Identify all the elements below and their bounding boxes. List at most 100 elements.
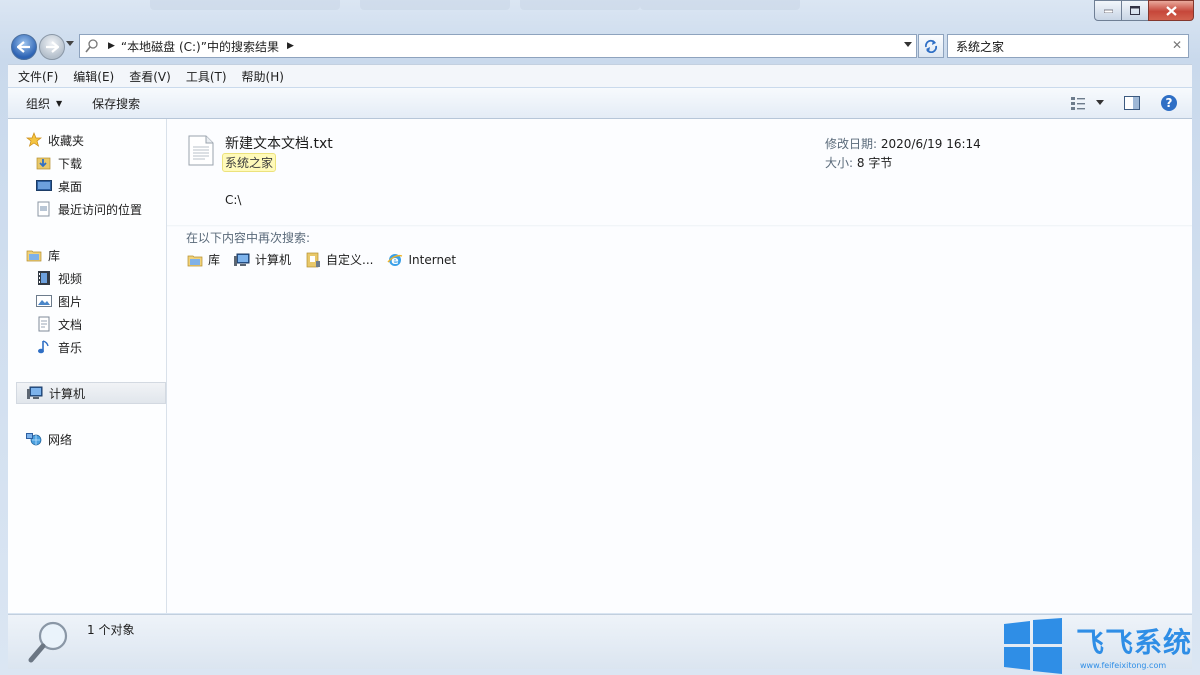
file-size: 大小: 8 字节 (825, 154, 892, 171)
menu-view[interactable]: 查看(V) (129, 68, 171, 85)
sidebar-item-computer[interactable]: 计算机 (16, 382, 166, 404)
minimize-button[interactable] (1094, 0, 1122, 21)
sidebar-item-label: 图片 (58, 294, 83, 309)
menu-tools[interactable]: 工具(T) (186, 68, 227, 85)
custom-folder-icon (305, 252, 321, 268)
network-icon (26, 431, 42, 447)
forward-button[interactable] (39, 34, 65, 60)
menu-help[interactable]: 帮助(H) (242, 68, 284, 85)
save-search-label: 保存搜索 (92, 96, 141, 111)
item-count: 1 个对象 (87, 623, 135, 637)
sidebar-item-label: 网络 (48, 432, 73, 447)
sidebar-item-libraries[interactable]: 库 (26, 245, 60, 265)
close-button[interactable] (1148, 0, 1194, 21)
sidebar-item-label: 文档 (58, 317, 83, 332)
location-label: 计算机 (255, 253, 292, 267)
sidebar-item-network[interactable]: 网络 (26, 429, 72, 449)
watermark-url: www.feifeixitong.com (1080, 661, 1167, 670)
sidebar-item-pictures[interactable]: 图片 (36, 291, 82, 311)
background-window (520, 0, 640, 10)
internet-explorer-icon: e (387, 252, 403, 268)
modified-value: 2020/6/19 16:14 (880, 137, 981, 151)
minimize-icon (1103, 9, 1113, 13)
background-window (150, 0, 340, 10)
address-dropdown-icon[interactable] (904, 42, 912, 48)
text-file-icon (188, 135, 214, 166)
organize-button[interactable]: 组织 ▼ (26, 95, 62, 112)
navigation-pane: 收藏夹 下载 桌面 最近访问的位置 库 视频 图片 文档 音乐 计算机 网络 (8, 119, 167, 613)
view-dropdown-icon[interactable] (1096, 100, 1104, 106)
sidebar-item-favorites[interactable]: 收藏夹 (26, 130, 84, 150)
search-box[interactable]: ✕ (947, 34, 1189, 58)
size-label: 大小: (825, 156, 854, 170)
watermark-logo: 飞飞系统 www.feifeixitong.com (1000, 615, 1196, 674)
recent-places-icon (36, 201, 52, 217)
computer-icon (234, 252, 250, 268)
sidebar-item-label: 音乐 (58, 340, 83, 355)
file-location: C:\ (225, 193, 242, 207)
background-window (640, 0, 800, 10)
search-again-label: 在以下内容中再次搜索: (186, 231, 311, 245)
video-icon (36, 270, 52, 286)
refresh-icon (924, 39, 938, 53)
view-controls: ? (1070, 88, 1192, 118)
sidebar-item-label: 库 (48, 248, 61, 263)
address-bar[interactable]: ▶ “本地磁盘 (C:)”中的搜索结果 ▶ (79, 34, 917, 58)
arrow-left-icon (17, 41, 30, 53)
sidebar-item-videos[interactable]: 视频 (36, 268, 82, 288)
location-label: 库 (208, 253, 221, 267)
menu-bar: 文件(F) 编辑(E) 查看(V) 工具(T) 帮助(H) (8, 64, 1192, 87)
sidebar-item-label: 下载 (58, 156, 83, 171)
search-again-internet[interactable]: e Internet (387, 252, 456, 268)
location-label: Internet (408, 252, 457, 267)
back-button[interactable] (11, 34, 37, 60)
view-options-icon[interactable] (1070, 95, 1086, 111)
location-label: 自定义... (326, 253, 374, 267)
breadcrumb-current[interactable]: “本地磁盘 (C:)”中的搜索结果 (121, 38, 279, 55)
sidebar-item-label: 收藏夹 (48, 133, 85, 148)
help-icon[interactable]: ? (1160, 94, 1178, 112)
breadcrumb-separator-icon[interactable]: ▶ (108, 41, 115, 51)
sidebar-item-label: 桌面 (58, 179, 83, 194)
menu-edit[interactable]: 编辑(E) (73, 68, 114, 85)
sidebar-item-music[interactable]: 音乐 (36, 337, 82, 357)
search-results-pane: 新建文本文档.txt 系统之家 C:\ 修改日期: 2020/6/19 16:1… (167, 119, 1192, 613)
sidebar-item-desktop[interactable]: 桌面 (36, 176, 82, 196)
search-again-custom[interactable]: 自定义... (305, 251, 373, 268)
search-again-locations: 库 计算机 自定义... e Internet (187, 251, 470, 268)
arrow-right-icon (46, 41, 59, 53)
modified-date: 修改日期: 2020/6/19 16:14 (825, 135, 981, 152)
clear-search-icon[interactable]: ✕ (1172, 38, 1182, 52)
menu-file[interactable]: 文件(F) (18, 68, 58, 85)
maximize-button[interactable] (1121, 0, 1149, 21)
libraries-icon (187, 252, 203, 268)
recent-pages-dropdown[interactable] (66, 41, 74, 47)
sidebar-item-recent-places[interactable]: 最近访问的位置 (36, 199, 142, 219)
magnifier-icon (28, 621, 68, 663)
sidebar-item-label: 计算机 (49, 386, 86, 401)
music-icon (36, 339, 52, 355)
file-name[interactable]: 新建文本文档.txt (225, 133, 333, 153)
sidebar-item-label: 视频 (58, 271, 83, 286)
maximize-icon (1130, 6, 1140, 15)
search-again-computer[interactable]: 计算机 (234, 251, 291, 268)
organize-label: 组织 (26, 96, 51, 111)
downloads-folder-icon (36, 155, 52, 171)
preview-pane-icon[interactable] (1124, 96, 1140, 110)
search-input[interactable] (954, 38, 1158, 54)
computer-icon (27, 385, 43, 401)
desktop-icon (36, 178, 52, 194)
caption-buttons (1094, 0, 1194, 21)
sidebar-item-downloads[interactable]: 下载 (36, 153, 82, 173)
pictures-icon (36, 293, 52, 309)
search-again-libraries[interactable]: 库 (187, 251, 220, 268)
title-bar (0, 0, 1200, 30)
sidebar-item-documents[interactable]: 文档 (36, 314, 82, 334)
watermark-brand: 飞飞系统 (1076, 626, 1193, 659)
save-search-button[interactable]: 保存搜索 (92, 95, 140, 112)
libraries-icon (26, 247, 42, 263)
refresh-button[interactable] (918, 34, 944, 58)
svg-text:?: ? (1166, 96, 1173, 110)
star-icon (26, 132, 42, 148)
breadcrumb-separator-icon[interactable]: ▶ (287, 41, 294, 51)
